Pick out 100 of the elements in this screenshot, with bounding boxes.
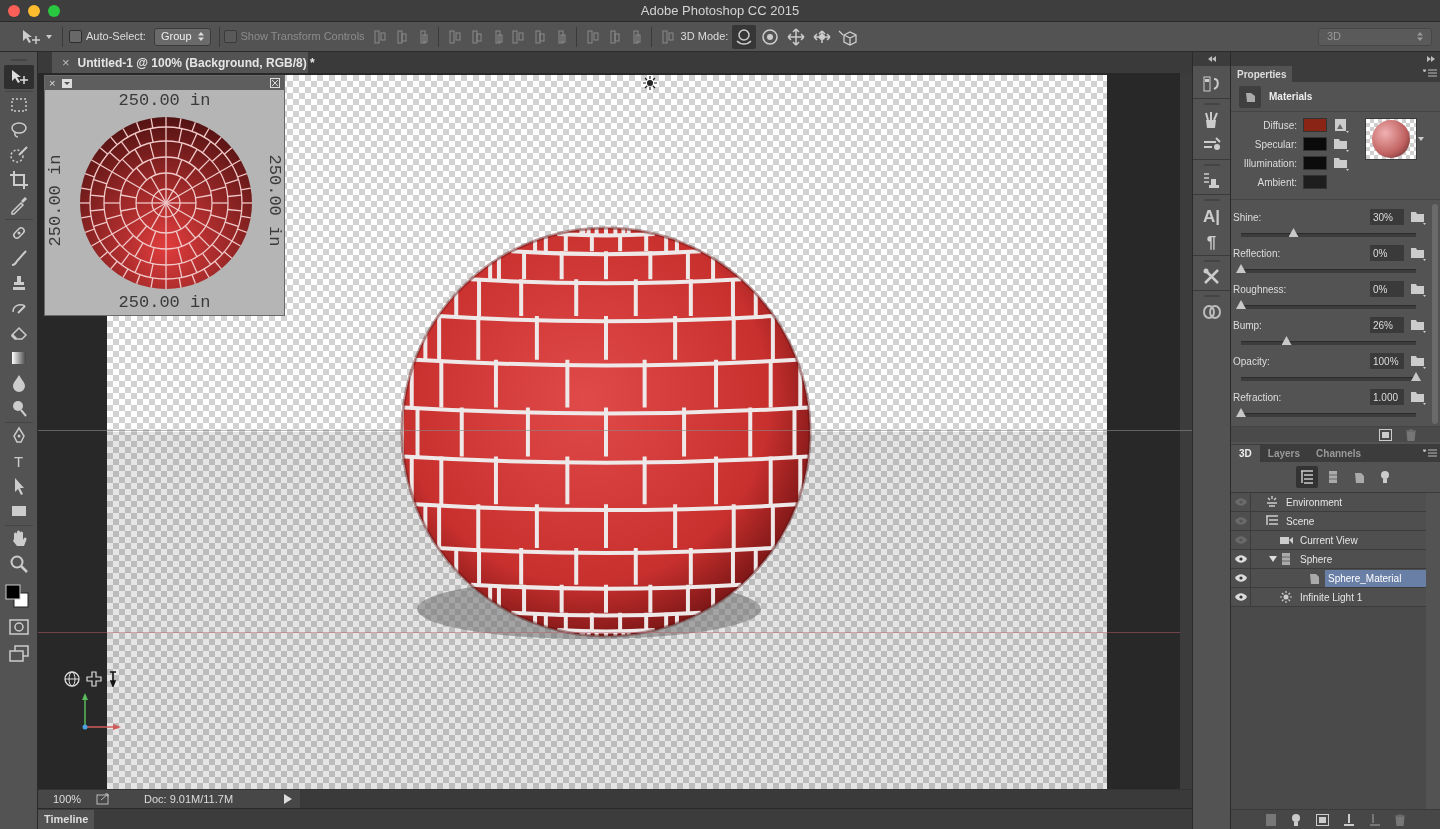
light-icon[interactable] <box>642 75 658 91</box>
folder-icon[interactable] <box>1333 136 1349 152</box>
panel-menu-icon[interactable] <box>1423 69 1437 79</box>
quick-selection-icon <box>8 145 29 165</box>
zoom-level: 100% <box>51 791 83 807</box>
globe-icon[interactable] <box>64 671 80 687</box>
folder-icon[interactable] <box>1410 209 1426 225</box>
brick-sphere-drawing[interactable] <box>400 226 812 638</box>
swatch-label: Specular: <box>1253 137 1297 152</box>
panel-tab[interactable]: Channels <box>1308 445 1370 462</box>
type-tool-button[interactable]: T <box>3 449 34 473</box>
slider-label: Refraction: <box>1233 390 1283 405</box>
expanded-triangle-icon[interactable] <box>1269 555 1277 563</box>
swatch-label: Illumination: <box>1242 156 1297 171</box>
slider-label: Opacity: <box>1233 354 1271 369</box>
close-tab-button[interactable]: × <box>62 56 70 69</box>
slider-thumb[interactable] <box>1411 372 1421 381</box>
timeline-tab[interactable]: Timeline <box>38 810 95 829</box>
panel-tab[interactable]: Layers <box>1259 445 1309 462</box>
preview-menu-icon[interactable] <box>1418 137 1424 141</box>
value-field[interactable]: 0% <box>1370 281 1404 297</box>
new-material-icon[interactable] <box>1379 428 1392 441</box>
value-field[interactable]: 100% <box>1370 353 1404 369</box>
zoom-icon <box>8 554 29 574</box>
eye-icon[interactable] <box>1234 574 1247 582</box>
vertical-scrollbar[interactable] <box>1180 73 1192 789</box>
folder-icon[interactable] <box>1410 245 1426 261</box>
value-field[interactable]: 1.000 <box>1370 389 1404 405</box>
slider-thumb[interactable] <box>1236 300 1246 309</box>
slider-label: Roughness: <box>1233 282 1288 297</box>
texture-icon[interactable] <box>1333 117 1349 133</box>
material-preview[interactable] <box>1365 118 1417 160</box>
new-light-icon[interactable] <box>1290 812 1302 827</box>
panel-button[interactable]: ¶ <box>1196 229 1227 255</box>
pin-icon[interactable] <box>108 671 118 687</box>
slider-label: Bump: <box>1233 318 1263 333</box>
eye-icon[interactable] <box>1234 555 1247 563</box>
folder-icon[interactable] <box>1410 281 1426 297</box>
minimize-window-icon[interactable] <box>28 5 40 17</box>
uv-width-label: 250.00 in <box>117 92 212 109</box>
window-title: Adobe Photoshop CC 2015 <box>640 1 800 20</box>
eyedropper-icon <box>8 195 29 215</box>
panel-menu-icon[interactable] <box>1423 449 1437 459</box>
texture-menu-icon[interactable] <box>61 77 74 89</box>
section-title: Materials <box>1269 90 1313 104</box>
lasso-icon <box>8 120 29 140</box>
panel-button[interactable]: A| <box>1196 203 1227 229</box>
value-field[interactable]: 0% <box>1370 245 1404 261</box>
slider-thumb[interactable] <box>1236 408 1246 417</box>
value-field[interactable]: 30% <box>1370 209 1404 225</box>
slider-thumb[interactable] <box>1236 264 1246 273</box>
pan-icon <box>786 26 807 47</box>
tool-button[interactable] <box>3 65 34 89</box>
value-field[interactable]: 26% <box>1370 317 1404 333</box>
swatch-label: Diffuse: <box>1262 118 1297 133</box>
folder-icon[interactable] <box>1410 389 1426 405</box>
stepper-icon <box>197 32 204 41</box>
folder-icon[interactable] <box>1410 317 1426 333</box>
screen-mode-icon[interactable] <box>8 645 29 663</box>
stepper-icon <box>1417 32 1423 41</box>
orbit-icon <box>734 26 755 47</box>
swatch-label: Ambient: <box>1256 175 1297 190</box>
folder-icon[interactable] <box>1410 353 1426 369</box>
uv-height-label: 250.00 in <box>46 154 64 247</box>
quick-mask-icon[interactable] <box>8 619 29 635</box>
panel-tab[interactable]: 3D <box>1231 445 1260 462</box>
color-swatch[interactable] <box>1303 137 1327 151</box>
3d-mode-button[interactable] <box>732 24 757 49</box>
document-size: Doc: 9.01M/11.7M <box>144 791 235 807</box>
filter-button[interactable] <box>1295 466 1318 488</box>
caret-icon <box>46 34 52 39</box>
material-icon <box>1307 571 1321 585</box>
folder-icon[interactable] <box>1333 155 1349 171</box>
export-icon[interactable] <box>96 793 110 805</box>
close-overlay-button[interactable]: × <box>49 77 56 89</box>
render-icon[interactable] <box>1316 813 1329 826</box>
color-swatch[interactable] <box>1303 175 1327 189</box>
slider-thumb[interactable] <box>1281 336 1292 345</box>
uv-height-label: 250.00 in <box>265 154 283 247</box>
scene-item[interactable]: Sphere_Material <box>1325 569 1426 587</box>
move-cross-icon[interactable] <box>86 671 102 687</box>
properties-tab[interactable]: Properties <box>1231 66 1293 82</box>
expand-status-icon[interactable] <box>284 794 292 804</box>
ground-icon[interactable] <box>1343 812 1355 827</box>
checkbox[interactable] <box>69 30 82 43</box>
zoom-window-icon[interactable] <box>48 5 60 17</box>
group-dropdown[interactable]: Group <box>153 27 211 46</box>
collapse-overlay-icon[interactable] <box>270 78 280 88</box>
collapse-panels-icon[interactable] <box>1206 56 1217 62</box>
3d-mode-label: 3D Mode: <box>680 29 729 45</box>
eye-icon[interactable] <box>1234 593 1247 601</box>
slider-label: Shine: <box>1233 210 1263 225</box>
color-swatch[interactable] <box>1303 118 1327 132</box>
close-window-icon[interactable] <box>8 5 20 17</box>
move-tool-preset-button[interactable] <box>20 27 52 46</box>
expand-panels-icon[interactable] <box>1426 56 1436 62</box>
horizontal-scrollbar[interactable] <box>300 789 1192 809</box>
uv-width-label: 250.00 in <box>117 294 212 311</box>
color-swatch[interactable] <box>1303 156 1327 170</box>
slider-thumb[interactable] <box>1288 228 1299 237</box>
